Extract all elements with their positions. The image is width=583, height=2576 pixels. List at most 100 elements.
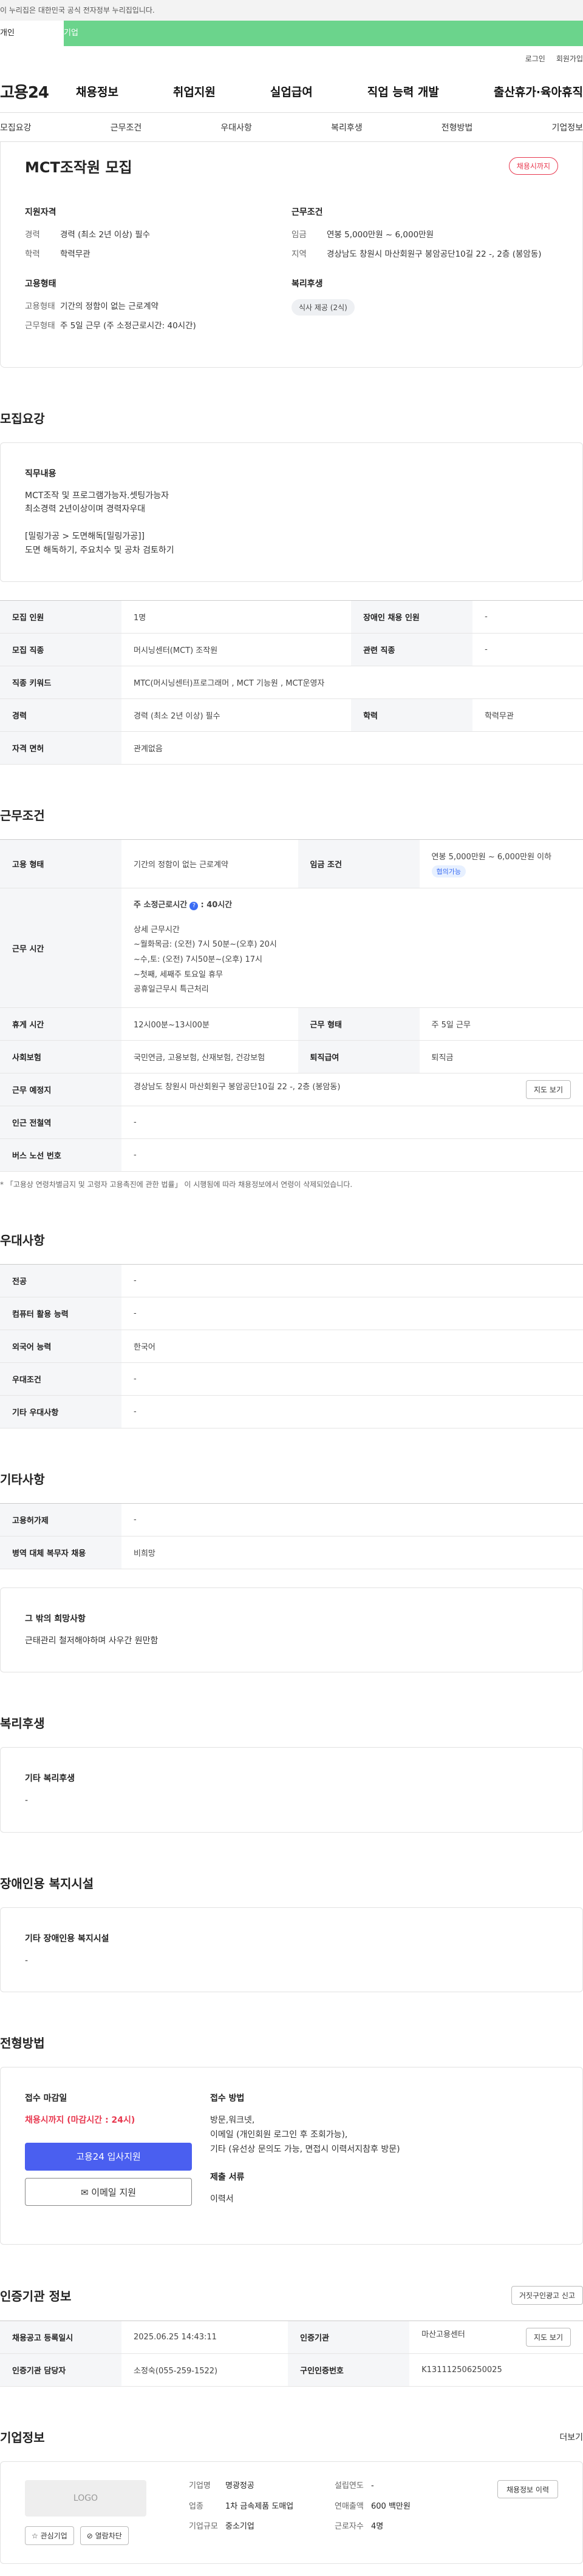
gnb-item-unemployment-benefit[interactable]: 실업급여 <box>270 83 313 100</box>
hiring-history-button[interactable]: 채용정보 이력 <box>497 2480 558 2499</box>
snb-item-process[interactable]: 전형방법 <box>442 121 473 134</box>
help-icon[interactable]: ? <box>189 901 199 910</box>
map-view-button[interactable]: 지도 보기 <box>526 1080 571 1100</box>
welfare-chip: 식사 제공 (2식) <box>292 299 355 316</box>
duty-title: 직무내용 <box>25 469 56 479</box>
military-label: 병역 대체 복무자 채용 <box>0 1536 121 1570</box>
login-link[interactable]: 로그인 <box>525 53 545 64</box>
gnb-item-vocational-training[interactable]: 직업 능력 개발 <box>367 83 439 100</box>
table-row: 모집 직종 머시닝센터(MCT) 조작원 관련 직종 - <box>0 633 583 666</box>
agency-label: 인증기관 <box>288 2321 410 2355</box>
retirement-value: 퇴직금 <box>419 1040 583 1074</box>
tab-company[interactable]: 기업 <box>64 21 583 46</box>
facility-section-title: 장애인용 복지시설 <box>0 1876 94 1891</box>
sales-value: 600 백만원 <box>371 2501 411 2511</box>
more-link[interactable]: 더보기 <box>559 2431 583 2443</box>
report-fake-ad-button[interactable]: 거짓구인광고 신고 <box>511 2286 583 2305</box>
area-value: 경상남도 창원시 마산회원구 봉암공단10길 22 -, 2층 (봉암동) <box>327 249 542 259</box>
join-link[interactable]: 회원가입 <box>556 53 583 64</box>
snb-item-company[interactable]: 기업정보 <box>551 121 583 134</box>
facility-card: 기타 장애인용 복지시설 - <box>0 1907 583 1993</box>
retirement-label: 퇴직급여 <box>298 1040 420 1074</box>
snb-item-recruit[interactable]: 모집요강 <box>0 121 32 134</box>
founded-label: 설립연도 <box>335 2481 364 2491</box>
work-form-value: 주 5일 근무 <box>419 1007 583 1041</box>
block-view-button[interactable]: ⊘ 열람차단 <box>80 2526 129 2546</box>
deadline-value: 채용시까지 (마감시간 : 24시) <box>25 2115 135 2126</box>
detail-time-line: ~수,토: (오전) 7시50분~(오후) 17시 <box>134 955 262 965</box>
career-value: 경력 (최소 2년 이상) 필수 <box>60 230 151 240</box>
recruit-section-title: 모집요강 <box>0 411 45 426</box>
deadline-title: 접수 마감일 <box>25 2094 67 2104</box>
gnb-item-jobs[interactable]: 채용정보 <box>76 83 118 100</box>
emp-type-value: 기간의 정함이 없는 근로계약 <box>60 302 159 311</box>
table-row: 우대조건 - <box>0 1362 583 1396</box>
permit-value: - <box>121 1503 583 1537</box>
email-apply-button[interactable]: ✉ 이메일 지원 <box>25 2178 192 2206</box>
agency-map-button[interactable]: 지도 보기 <box>526 2328 571 2347</box>
gnb-item-employment-support[interactable]: 취업지원 <box>173 83 216 100</box>
table-row: 휴게 시간 12시00분~13시00분 근무 형태 주 5일 근무 <box>0 1007 583 1041</box>
count-label: 모집 인원 <box>0 600 121 634</box>
area-label: 지역 <box>292 249 307 259</box>
tab-company-label: 기업 <box>64 29 78 38</box>
disabled-count-label: 장애인 채용 인원 <box>351 600 473 634</box>
wish-card: 그 밖의 희망사항 근태관리 철저해야하며 사우간 원만함 <box>0 1587 583 1673</box>
gnb-menu: 채용정보 취업지원 실업급여 직업 능력 개발 출산휴가·육아휴직 <box>76 83 583 100</box>
founded-value: - <box>371 2481 374 2491</box>
wage-value: 연봉 5,000만원 ~ 6,000만원 이하 <box>431 852 552 862</box>
apply-button[interactable]: 고용24 입사지원 <box>25 2143 192 2171</box>
conditions-heading: 근무조건 <box>292 208 323 217</box>
station-value: - <box>121 1106 583 1140</box>
career-value: 경력 (최소 2년 이상) 필수 <box>121 698 352 732</box>
insurance-value: 국민연금, 고용보험, 산재보험, 건강보험 <box>121 1040 298 1074</box>
prefer-section-title: 우대사항 <box>0 1233 45 1248</box>
table-row: 모집 인원 1명 장애인 채용 인원 - <box>0 600 583 634</box>
section-nav: 모집요강 근무조건 우대사항 복리후생 전형방법 기업정보 <box>0 113 583 142</box>
company-size-value: 중소기업 <box>225 2522 254 2532</box>
education-label: 학력 <box>25 249 40 259</box>
gnb-item-parental-leave[interactable]: 출산휴가·육아휴직 <box>494 83 583 100</box>
welfare-value: - <box>25 1796 29 1806</box>
agency-section-title: 인증기관 정보 <box>0 2289 72 2304</box>
site-logo[interactable]: 고용24 <box>0 80 76 103</box>
conditions-table: 고용 형태 기간의 정함이 없는 근로계약 임금 조건 연봉 5,000만원 ~… <box>0 839 583 1172</box>
keyword-value: MTC(머시닝센터)프로그래머 , MCT 기능원 , MCT운영자 <box>121 666 583 699</box>
emp-type-label: 고용형태 <box>25 302 55 311</box>
table-row: 인증기관 담당자 소정숙(055-259-1522) 구인인증번호 K13111… <box>0 2353 583 2387</box>
reg-date-label: 채용공고 등록일시 <box>0 2321 121 2355</box>
job-value: 머시닝센터(MCT) 조작원 <box>121 633 352 666</box>
method-line: 기타 (유선상 문의도 가능, 면접시 이력서지참후 방문) <box>210 2144 400 2154</box>
interest-company-button[interactable]: ☆ 관심기업 <box>25 2526 74 2546</box>
duty-line <box>25 516 558 530</box>
wish-title: 그 밖의 희망사항 <box>25 1614 86 1624</box>
work-time-cell: 주 소정근로시간 ? : 40시간 상세 근무시간 ~월화목금: (오전) 7시… <box>121 888 583 1009</box>
snb-item-conditions[interactable]: 근무조건 <box>111 121 142 134</box>
snb-item-prefer[interactable]: 우대사항 <box>220 121 252 134</box>
duty-line: MCT조작 및 프로그램가능자.셋팅가능자 <box>25 491 169 501</box>
keyword-label: 직종 키워드 <box>0 666 121 699</box>
wage-value: 연봉 5,000만원 ~ 6,000만원 <box>327 230 434 240</box>
docs-value: 이력서 <box>210 2194 234 2204</box>
tab-person[interactable]: 개인 <box>0 21 64 46</box>
conditions-section-title: 근무조건 <box>0 808 45 823</box>
related-job-label: 관련 직종 <box>351 633 473 666</box>
major-label: 전공 <box>0 1264 121 1298</box>
prefer-etc-value: - <box>121 1395 583 1429</box>
table-row: 사회보험 국민연금, 고용보험, 산재보험, 건강보험 퇴직급여 퇴직금 <box>0 1040 583 1074</box>
company-name-label: 기업명 <box>189 2481 211 2491</box>
weekly-hours-value: : 40시간 <box>200 900 233 910</box>
company-size-label: 기업규모 <box>189 2522 218 2532</box>
license-value: 관계없음 <box>121 731 583 765</box>
weekly-hours-label: 주 소정근로시간 <box>134 900 188 910</box>
table-row: 외국어 능력 한국어 <box>0 1330 583 1364</box>
workplace-label: 근무 예정지 <box>0 1073 121 1107</box>
language-cell: 한국어 <box>121 1330 583 1364</box>
job-summary-card: MCT조작원 모집 채용시까지 지원자격 경력 경력 (최소 2년 이상) 필수 … <box>0 142 583 368</box>
prefer-cond-value: - <box>121 1362 583 1396</box>
detail-time-line: ~첫째, 세째주 토요일 휴무 <box>134 970 223 979</box>
related-job-value: - <box>472 633 583 666</box>
snb-item-welfare[interactable]: 복리후생 <box>331 121 363 134</box>
agency-table: 채용공고 등록일시 2025.06.25 14:43:11 인증기관 마산고용센… <box>0 2321 583 2387</box>
company-card: LOGO ☆ 관심기업 ⊘ 열람차단 기업명 명광정공 업종 1차 금속제품 도매업… <box>0 2461 583 2564</box>
